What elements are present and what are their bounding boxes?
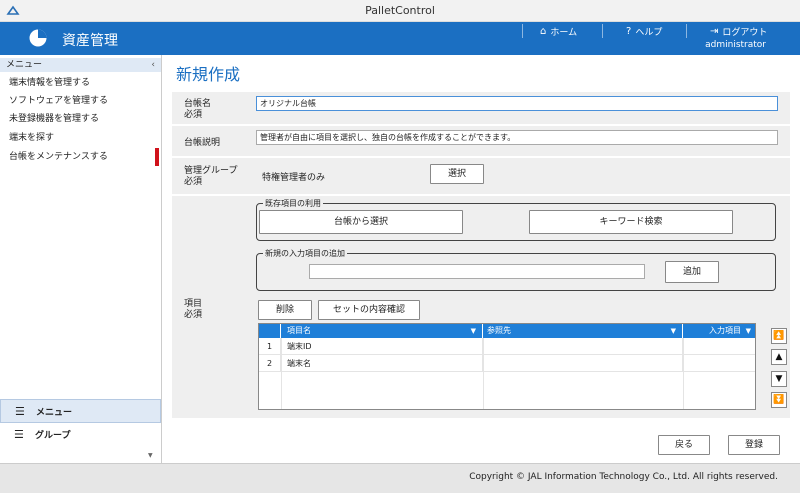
sidebar-tab-group-label: グループ: [35, 431, 71, 441]
existing-items-legend: 既存項目の利用: [263, 198, 323, 209]
sidebar: メニュー ‹ 端末情報を管理する ソフトウェアを管理する 未登録機器を管理する …: [0, 55, 162, 463]
sidebar-menu-header: メニュー ‹: [0, 58, 161, 72]
sidebar-item-ledger-maintenance[interactable]: 台帳をメンテナンスする: [0, 148, 161, 166]
items-row: 項目 必須 既存項目の利用 台帳から選択 キーワード検索 新規の入力項目の追加 …: [172, 196, 790, 418]
double-down-arrow-icon: ⏬: [773, 395, 785, 405]
help-icon: ?: [626, 25, 632, 37]
row-input: [683, 355, 757, 372]
register-button[interactable]: 登録: [728, 435, 780, 455]
hamburger-icon: ☰: [15, 405, 25, 418]
new-item-input[interactable]: [309, 264, 645, 279]
new-items-legend: 新規の入力項目の追加: [263, 248, 347, 259]
delete-button[interactable]: 削除: [258, 300, 312, 320]
back-button[interactable]: 戻る: [658, 435, 710, 455]
admin-group-row: 管理グループ 必須 特権管理者のみ 選択: [172, 158, 790, 194]
row-name: 端末ID: [281, 338, 483, 355]
row-ref: [483, 355, 683, 372]
select-from-ledger-button[interactable]: 台帳から選択: [259, 210, 463, 234]
ledger-desc-row: 台帳説明 管理者が自由に項目を選択し、独自の台帳を作成することができます。: [172, 126, 790, 156]
main-content: 新規作成 台帳名 必須 オリジナル台帳 台帳説明 管理者が自由に項目を選択し、独…: [162, 55, 800, 463]
move-up-button[interactable]: ▲: [771, 349, 787, 365]
move-top-button[interactable]: ⏫: [771, 328, 787, 344]
required-badge: 必須: [184, 110, 203, 120]
move-bottom-button[interactable]: ⏬: [771, 392, 787, 408]
grid-col-input[interactable]: 入力項目 ▼: [683, 324, 757, 338]
select-group-button[interactable]: 選択: [430, 164, 484, 184]
header-separator: [686, 24, 687, 38]
existing-items-fieldset: 既存項目の利用 台帳から選択 キーワード検索: [256, 198, 776, 241]
grid-col-name[interactable]: 項目名 ▼: [281, 324, 483, 338]
row-index: 2: [259, 355, 281, 372]
sidebar-menu-title: メニュー: [6, 60, 43, 70]
ledger-name-input[interactable]: オリジナル台帳: [256, 96, 778, 111]
new-items-fieldset: 新規の入力項目の追加 追加: [256, 248, 776, 291]
hamburger-icon: ☰: [14, 428, 24, 441]
down-arrow-icon: ▼: [775, 374, 783, 384]
sidebar-tab-group[interactable]: ☰ グループ: [0, 423, 161, 447]
required-badge: 必須: [184, 310, 203, 320]
grid-header: 項目名 ▼ 参照先 ▼ 入力項目 ▼: [259, 324, 755, 338]
ledger-desc-label: 台帳説明: [184, 138, 221, 148]
app-name: 資産管理: [62, 33, 118, 49]
window-titlebar: PalletControl: [0, 0, 800, 22]
add-item-button[interactable]: 追加: [665, 261, 719, 283]
sidebar-item-software[interactable]: ソフトウェアを管理する: [0, 92, 161, 110]
home-label: ホーム: [550, 27, 578, 38]
grid-col-name-label: 項目名: [287, 326, 311, 335]
sidebar-item-find-terminal[interactable]: 端末を探す: [0, 129, 161, 147]
user-name: administrator: [705, 40, 766, 50]
sidebar-tab-menu[interactable]: ☰ メニュー: [0, 399, 161, 423]
table-row[interactable]: 1 端末ID: [259, 338, 755, 355]
grid-col-ref-label: 参照先: [487, 326, 511, 335]
filter-dropdown-icon[interactable]: ▼: [471, 324, 476, 338]
grid-col-input-label: 入力項目: [709, 326, 741, 335]
copyright-text: Copyright © JAL Information Technology C…: [469, 472, 778, 482]
row-name: 端末名: [281, 355, 483, 372]
row-input: [683, 338, 757, 355]
items-grid: 項目名 ▼ 参照先 ▼ 入力項目 ▼ 1 端末ID 2 端末名: [258, 323, 756, 410]
sidebar-item-unregistered[interactable]: 未登録機器を管理する: [0, 110, 161, 128]
table-row[interactable]: 2 端末名: [259, 355, 755, 372]
logout-icon: ⇥: [710, 25, 719, 37]
admin-group-value: 特権管理者のみ: [262, 173, 326, 183]
app-header: 資産管理 ⌂ ホーム ? ヘルプ ⇥ ログアウト administrator: [0, 22, 800, 55]
pie-chart-logo-icon: [28, 28, 48, 48]
help-label: ヘルプ: [635, 27, 663, 38]
logout-label: ログアウト: [722, 27, 768, 38]
ledger-name-row: 台帳名 必須 オリジナル台帳: [172, 92, 790, 124]
sidebar-item-terminal-info[interactable]: 端末情報を管理する: [0, 74, 161, 92]
collapse-sidebar-icon[interactable]: ‹: [151, 58, 155, 72]
grid-col-index: [259, 324, 281, 338]
header-separator: [522, 24, 523, 38]
move-down-button[interactable]: ▼: [771, 371, 787, 387]
logout-link[interactable]: ⇥ ログアウト: [710, 22, 767, 40]
sidebar-tab-menu-label: メニュー: [36, 408, 73, 418]
grid-col-ref[interactable]: 参照先 ▼: [483, 324, 683, 338]
filter-dropdown-icon[interactable]: ▼: [746, 324, 751, 338]
ledger-desc-input[interactable]: 管理者が自由に項目を選択し、独自の台帳を作成することができます。: [256, 130, 778, 145]
home-icon: ⌂: [540, 25, 547, 37]
keyword-search-button[interactable]: キーワード検索: [529, 210, 733, 234]
header-separator: [602, 24, 603, 38]
confirm-set-button[interactable]: セットの内容確認: [318, 300, 420, 320]
home-link[interactable]: ⌂ ホーム: [540, 22, 577, 40]
filter-dropdown-icon[interactable]: ▼: [671, 324, 676, 338]
double-up-arrow-icon: ⏫: [773, 331, 785, 341]
row-ref: [483, 338, 683, 355]
footer: Copyright © JAL Information Technology C…: [0, 463, 800, 493]
up-arrow-icon: ▲: [775, 352, 783, 362]
scroll-down-icon[interactable]: ▼: [148, 452, 153, 459]
help-link[interactable]: ? ヘルプ: [626, 22, 662, 40]
required-badge: 必須: [184, 177, 203, 187]
window-title: PalletControl: [365, 4, 435, 17]
row-index: 1: [259, 338, 281, 355]
page-title: 新規作成: [176, 65, 241, 84]
